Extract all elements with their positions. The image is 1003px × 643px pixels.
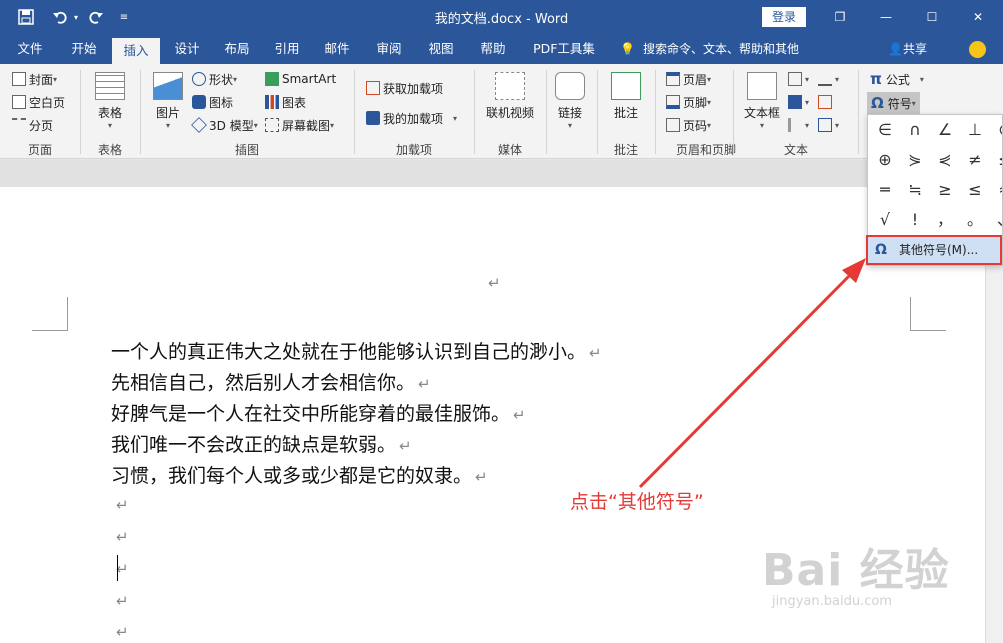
annotation-text: 点击“其他符号” [570,491,704,513]
watermark-brand: Bai 经验 [762,545,950,596]
baidu-watermark: Bai 经验 jingyan.baidu.com [762,534,950,609]
